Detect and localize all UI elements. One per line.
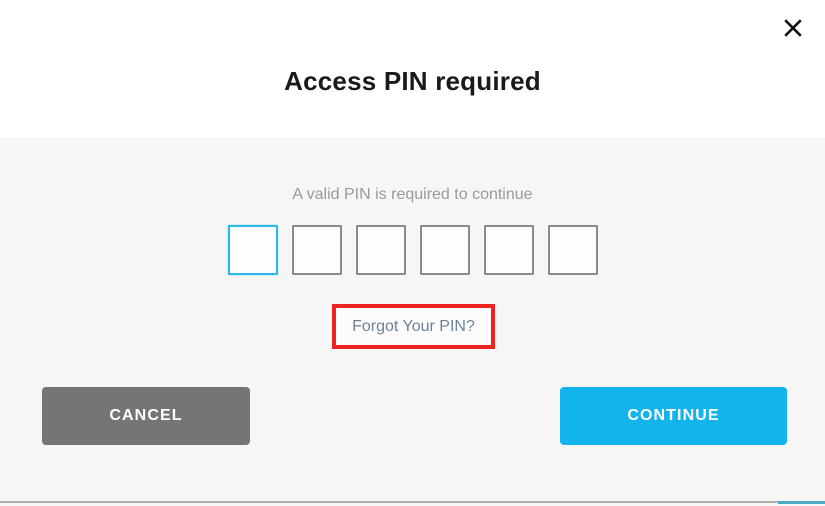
close-icon xyxy=(781,16,805,40)
pin-digit-input-3[interactable] xyxy=(355,225,406,275)
forgot-pin-highlight-box: Forgot Your PIN? xyxy=(332,304,495,349)
forgot-pin-link[interactable]: Forgot Your PIN? xyxy=(352,318,475,335)
pin-digit-input-2[interactable] xyxy=(291,225,342,275)
pin-instruction-text: A valid PIN is required to continue xyxy=(292,186,533,203)
pin-digit-input-5[interactable] xyxy=(483,225,534,275)
dialog-bottom-divider xyxy=(0,501,825,503)
access-pin-dialog: Access PIN required A valid PIN is requi… xyxy=(0,0,825,506)
pin-digit-input-4[interactable] xyxy=(419,225,470,275)
pin-digit-input-1[interactable] xyxy=(227,225,278,275)
page-title: Access PIN required xyxy=(284,66,541,96)
page-accent-bar xyxy=(778,501,825,504)
pin-digit-input-6[interactable] xyxy=(547,225,598,275)
cancel-button[interactable]: CANCEL xyxy=(42,387,250,445)
close-button[interactable] xyxy=(775,10,811,46)
dialog-body: A valid PIN is required to continue Forg… xyxy=(0,138,825,506)
pin-input-group xyxy=(0,225,825,275)
continue-button[interactable]: CONTINUE xyxy=(560,387,787,445)
dialog-header: Access PIN required xyxy=(0,0,825,138)
